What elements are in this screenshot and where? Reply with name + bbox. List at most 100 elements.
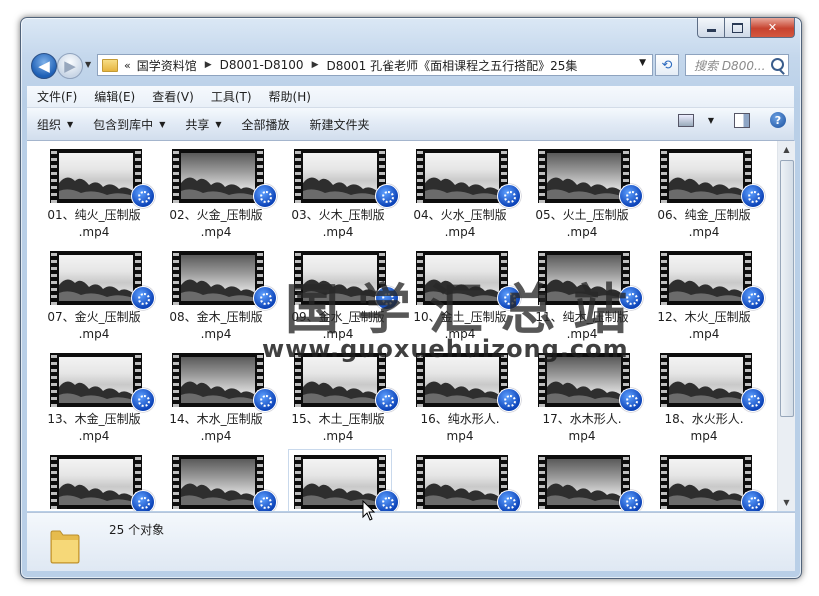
file-name[interactable]: 12、木火_压制版 .mp4 (645, 309, 763, 343)
file-item[interactable]: 06、纯金_压制版 .mp4 (645, 143, 765, 243)
minimize-button[interactable] (697, 18, 725, 38)
help-icon[interactable]: ? (770, 112, 786, 128)
landscape-image (547, 279, 621, 301)
video-frame (547, 255, 621, 301)
video-thumbnail (50, 251, 142, 305)
menu-tools[interactable]: 工具(T) (201, 88, 259, 105)
video-frame (669, 255, 743, 301)
file-name[interactable]: 16、纯水形人. mp4 (401, 411, 519, 445)
view-options-chevron-icon[interactable]: ▼ (708, 116, 714, 125)
file-item[interactable]: 09、金水_压制版 .mp4 (279, 245, 399, 345)
vertical-scrollbar[interactable]: ▲ ▼ (777, 141, 795, 511)
include-in-library-button[interactable]: 包含到库中 ▼ (83, 112, 175, 136)
forward-button[interactable]: ▶ (57, 53, 83, 79)
file-name[interactable]: 04、火水_压制版 .mp4 (401, 207, 519, 241)
file-name[interactable]: 05、火土_压制版 .mp4 (523, 207, 641, 241)
file-item[interactable]: 02、火金_压制版 .mp4 (157, 143, 277, 243)
file-item[interactable]: 01、纯火_压制版 .mp4 (35, 143, 155, 243)
breadcrumb-item-current[interactable]: D8001 孔雀老师《面相课程之五行搭配》25集 (326, 57, 577, 74)
file-item[interactable] (157, 449, 277, 511)
file-item[interactable] (645, 449, 765, 511)
preview-pane-icon[interactable] (734, 112, 750, 128)
play-all-button[interactable]: 全部播放 (232, 112, 300, 136)
file-item[interactable]: 10、金土_压制版 .mp4 (401, 245, 521, 345)
menu-edit[interactable]: 编辑(E) (84, 88, 142, 105)
file-name[interactable]: 07、金火_压制版 .mp4 (35, 309, 153, 343)
file-name[interactable]: 02、火金_压制版 .mp4 (157, 207, 275, 241)
landscape-image (425, 483, 499, 505)
film-strip-edge (51, 455, 57, 509)
file-item[interactable]: 15、木土_压制版 .mp4 (279, 347, 399, 447)
menu-file[interactable]: 文件(F) (27, 88, 84, 105)
file-item[interactable] (279, 449, 399, 511)
file-item[interactable]: 16、纯水形人. mp4 (401, 347, 521, 447)
file-name-line: .mp4 (444, 327, 476, 341)
scroll-thumb[interactable] (780, 160, 794, 417)
file-name[interactable]: 18、水火形人. mp4 (645, 411, 763, 445)
folder-icon (50, 530, 80, 564)
file-name-line: 16、纯水形人. (420, 412, 500, 426)
file-list-pane[interactable]: 01、纯火_压制版 .mp4 02、火金_压制版 .mp4 03、火木_压制版 .mp4 0… (27, 141, 795, 511)
file-name[interactable]: 11、纯木_压制版 .mp4 (523, 309, 641, 343)
video-frame (181, 255, 255, 301)
breadcrumb-separator-icon[interactable]: ▶ (312, 60, 319, 70)
file-name[interactable]: 17、水木形人. mp4 (523, 411, 641, 445)
menu-view[interactable]: 查看(V) (142, 88, 201, 105)
forward-arrow-icon: ▶ (64, 57, 76, 75)
file-item[interactable]: 05、火土_压制版 .mp4 (523, 143, 643, 243)
file-name[interactable]: 01、纯火_压制版 .mp4 (35, 207, 153, 241)
file-name[interactable]: 09、金水_压制版 .mp4 (279, 309, 397, 343)
recent-pages-dropdown[interactable]: ▼ (85, 60, 91, 69)
file-item[interactable]: 17、水木形人. mp4 (523, 347, 643, 447)
breadcrumb-overflow[interactable]: « (124, 59, 131, 72)
file-name[interactable]: 15、木土_压制版 .mp4 (279, 411, 397, 445)
menu-help[interactable]: 帮助(H) (259, 88, 318, 105)
change-view-icon[interactable] (677, 113, 694, 127)
search-input[interactable]: 搜索 D800... (685, 54, 789, 76)
back-button[interactable]: ◀ (31, 53, 57, 79)
landscape-image (425, 177, 499, 199)
search-icon[interactable] (771, 58, 784, 71)
video-thumbnail (538, 149, 630, 203)
video-frame (425, 153, 499, 199)
file-item[interactable]: 04、火水_压制版 .mp4 (401, 143, 521, 243)
breadcrumb-item[interactable]: 国学资料馆 (137, 57, 197, 74)
file-item[interactable]: 03、火木_压制版 .mp4 (279, 143, 399, 243)
file-name[interactable]: 10、金土_压制版 .mp4 (401, 309, 519, 343)
file-item[interactable]: 13、木金_压制版 .mp4 (35, 347, 155, 447)
file-item[interactable] (523, 449, 643, 511)
share-button[interactable]: 共享 ▼ (175, 112, 231, 136)
item-count: 25 个对象 (109, 523, 165, 537)
video-frame (547, 459, 621, 505)
file-item[interactable]: 12、木火_压制版 .mp4 (645, 245, 765, 345)
scroll-up-button[interactable]: ▲ (778, 141, 795, 158)
file-item[interactable]: 18、水火形人. mp4 (645, 347, 765, 447)
file-name[interactable]: 06、纯金_压制版 .mp4 (645, 207, 763, 241)
file-name[interactable]: 03、火木_压制版 .mp4 (279, 207, 397, 241)
file-name[interactable]: 08、金木_压制版 .mp4 (157, 309, 275, 343)
file-item[interactable]: 14、木水_压制版 .mp4 (157, 347, 277, 447)
address-bar[interactable]: « 国学资料馆 ▶ D8001-D8100 ▶ D8001 孔雀老师《面相课程之… (97, 54, 653, 76)
file-name[interactable]: 14、木水_压制版 .mp4 (157, 411, 275, 445)
file-name[interactable]: 13、木金_压制版 .mp4 (35, 411, 153, 445)
file-item[interactable]: 08、金木_压制版 .mp4 (157, 245, 277, 345)
media-player-icon (253, 490, 277, 511)
breadcrumb-separator-icon[interactable]: ▶ (205, 60, 212, 70)
file-name-line: 05、火土_压制版 (535, 208, 629, 222)
organize-button[interactable]: 组织 ▼ (27, 112, 83, 136)
file-item[interactable]: 07、金火_压制版 .mp4 (35, 245, 155, 345)
file-item[interactable] (35, 449, 155, 511)
media-player-icon (741, 490, 765, 511)
new-folder-button[interactable]: 新建文件夹 (300, 112, 380, 136)
close-button[interactable]: ✕ (751, 18, 795, 38)
film-strip-edge (417, 353, 423, 407)
file-item[interactable]: 11、纯木_压制版 .mp4 (523, 245, 643, 345)
address-dropdown-icon[interactable]: ▼ (639, 58, 646, 68)
maximize-button[interactable] (725, 18, 751, 38)
breadcrumb-item[interactable]: D8001-D8100 (220, 58, 304, 72)
video-thumbnail (416, 149, 508, 203)
scroll-down-button[interactable]: ▼ (778, 494, 795, 511)
refresh-button[interactable]: ⟲ (655, 54, 679, 76)
file-item[interactable] (401, 449, 521, 511)
command-bar: 组织 ▼ 包含到库中 ▼ 共享 ▼ 全部播放 新建文件夹 ▼ ? (27, 108, 794, 141)
